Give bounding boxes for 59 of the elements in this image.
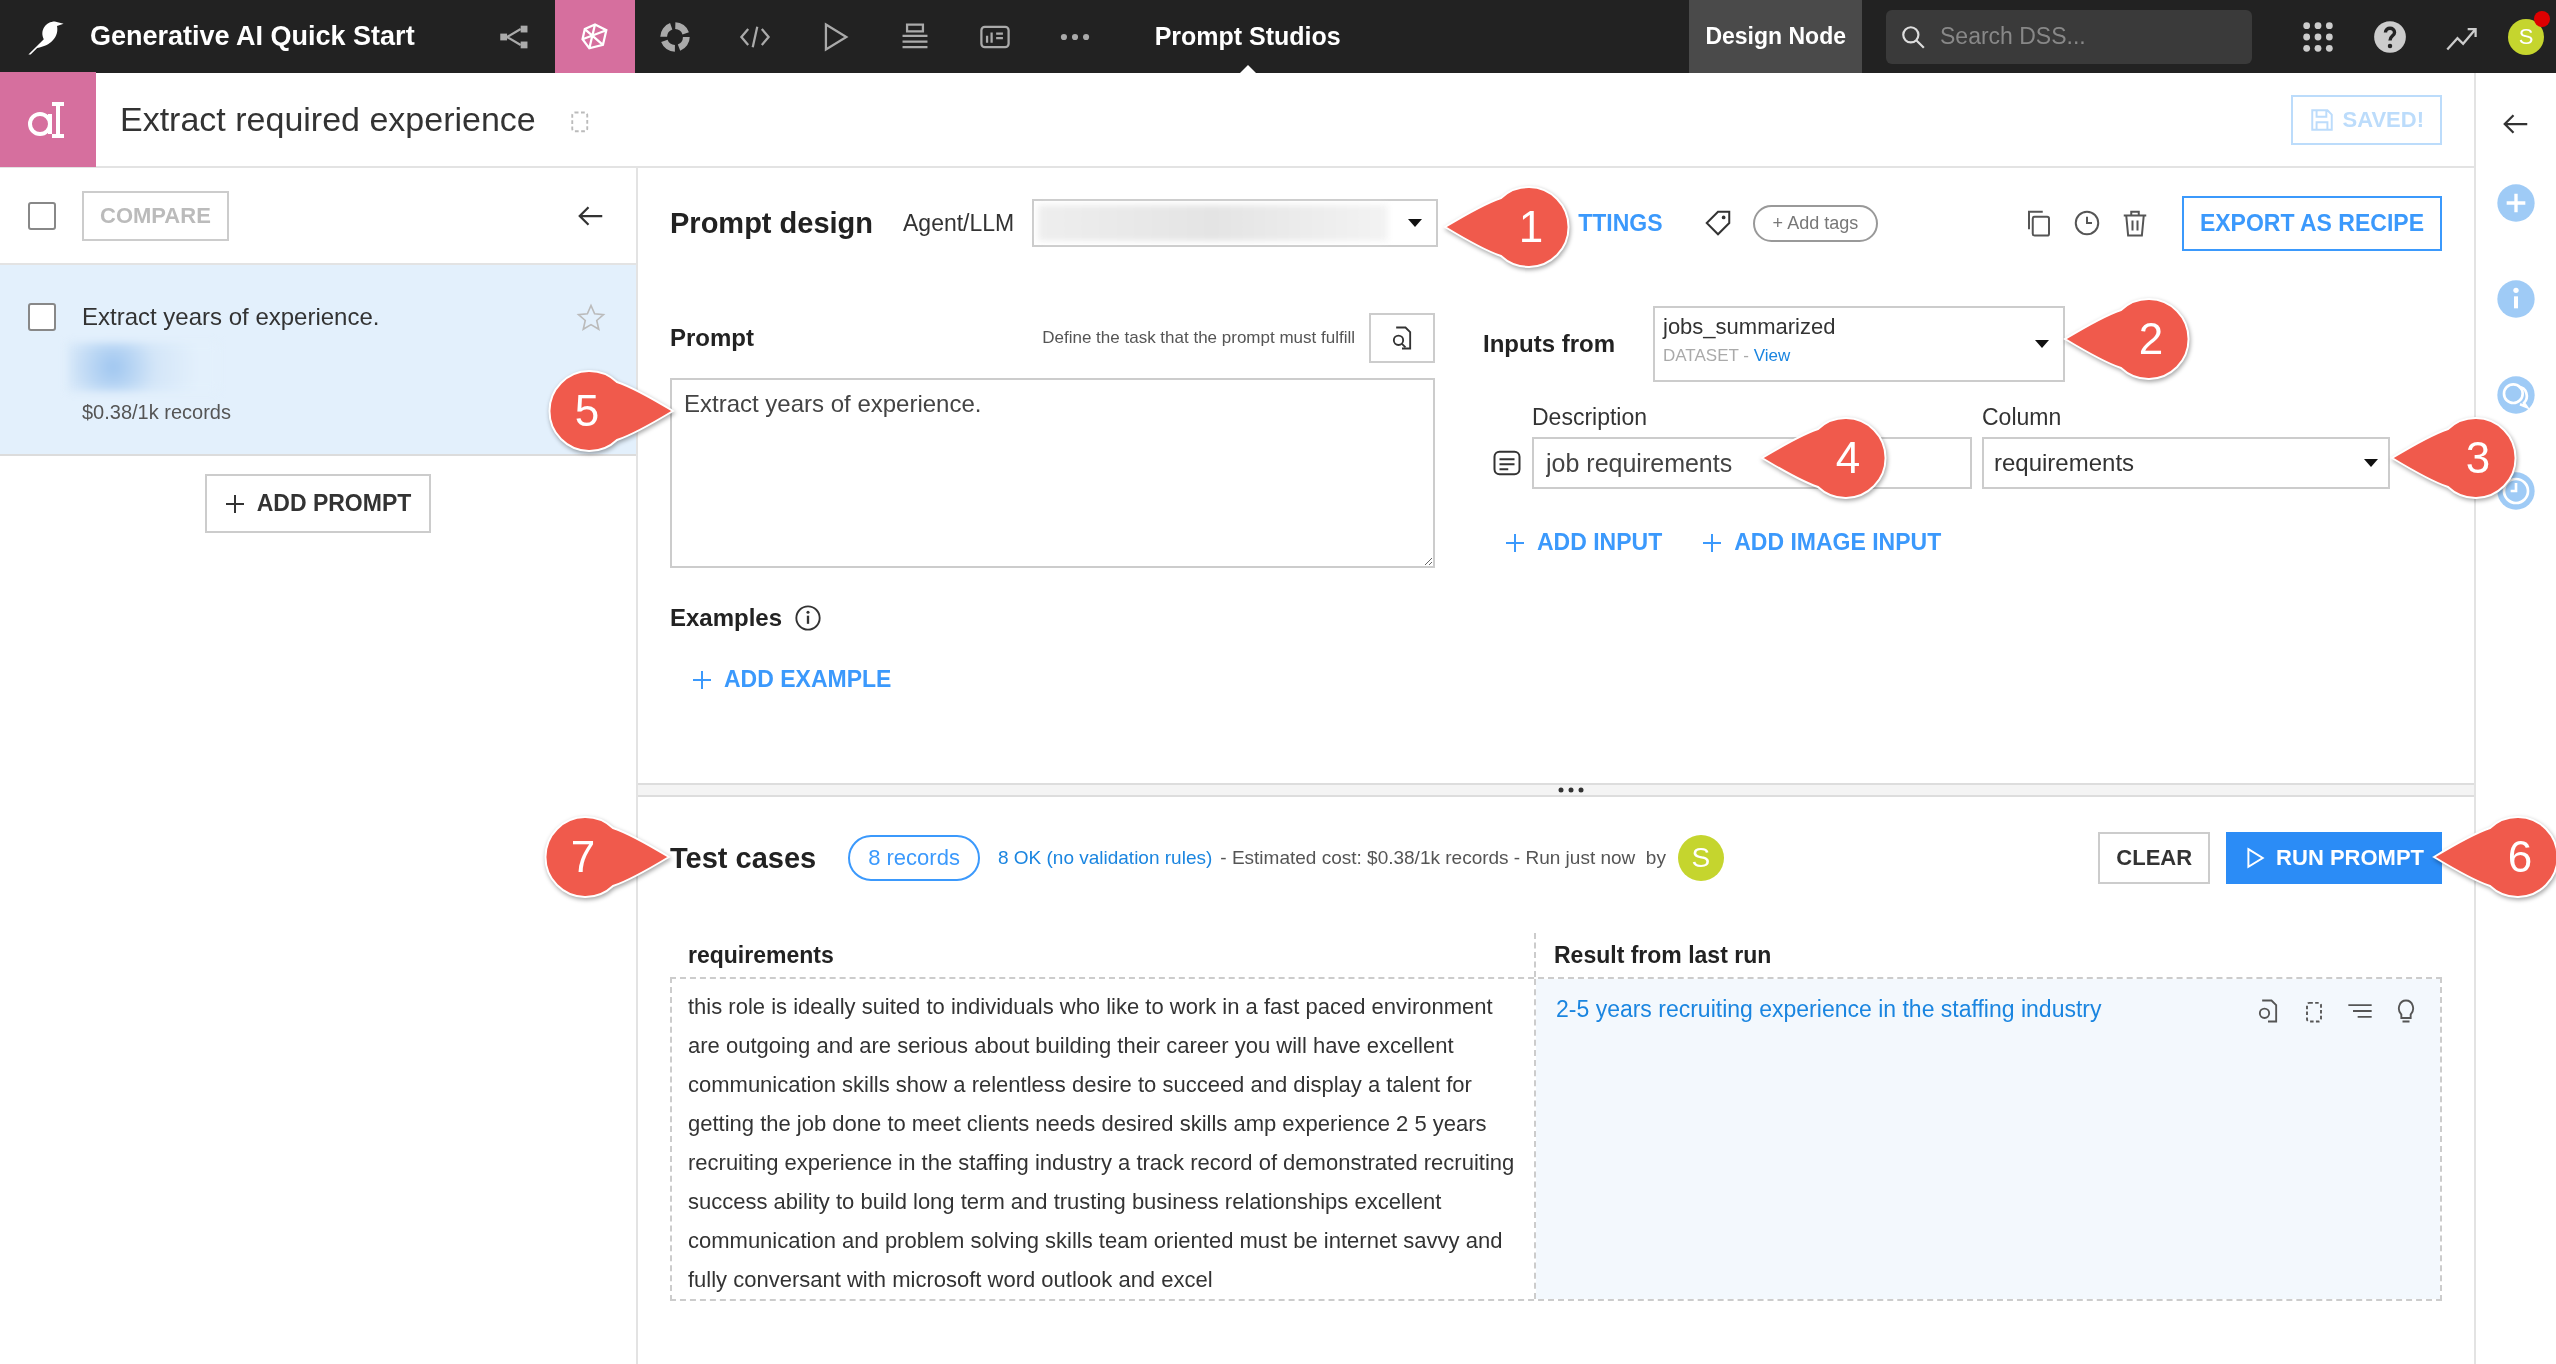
floppy-icon xyxy=(2308,106,2335,133)
text-lines-icon xyxy=(1492,448,1522,478)
node-label: Design Node xyxy=(1689,0,1862,73)
search-icon xyxy=(1900,23,1926,50)
run-summary: - Estimated cost: $0.38/1k records - Run just now by xyxy=(1220,847,1666,869)
plus-icon xyxy=(692,669,712,690)
column-header: Result from last run xyxy=(1553,941,1773,970)
help-icon[interactable] xyxy=(2373,19,2407,54)
section-title: Test cases xyxy=(670,841,817,875)
field-label: Agent/LLM xyxy=(903,209,1015,237)
caret-icon xyxy=(1408,219,1423,227)
add-image-input-button[interactable]: ADD IMAGE INPUT xyxy=(1702,529,1942,556)
inputs-label: Inputs from xyxy=(1483,330,1615,358)
prompt-textarea[interactable]: Extract years of experience. xyxy=(670,378,1435,568)
ring-icon xyxy=(657,19,692,54)
records-badge[interactable]: 8 records xyxy=(848,835,980,881)
section-tab[interactable]: Prompt Studios xyxy=(1154,0,1341,73)
project-title[interactable]: Generative AI Quick Start xyxy=(90,21,415,52)
add-tags-button[interactable]: + Add tags xyxy=(1752,204,1879,242)
play-icon xyxy=(2244,847,2267,869)
settings-link[interactable]: TTINGS xyxy=(1578,209,1663,237)
prompt-checkbox[interactable] xyxy=(28,303,56,331)
run-prompt-button[interactable]: RUN PROMPT xyxy=(2226,832,2442,884)
more-icon xyxy=(1058,31,1091,42)
examples-label: Examples xyxy=(670,604,783,632)
add-prompt-button[interactable]: ADD PROMPT xyxy=(204,474,432,533)
clear-button[interactable]: CLEAR xyxy=(2098,832,2211,884)
caret-icon xyxy=(2035,340,2049,348)
inspect-button[interactable] xyxy=(1369,313,1435,363)
page-title[interactable]: Extract required experience xyxy=(120,100,536,139)
plus-icon xyxy=(1505,532,1525,553)
plus-icon xyxy=(224,493,245,514)
caret-icon xyxy=(2364,459,2378,467)
prompt-name: Extract years of experience. xyxy=(82,303,381,331)
apps-grid-icon[interactable] xyxy=(2301,19,2335,54)
section-title: Prompt design xyxy=(670,206,873,240)
column-dropdown[interactable]: requirements xyxy=(1982,437,2390,489)
star-icon[interactable] xyxy=(576,303,606,333)
select-all-checkbox[interactable] xyxy=(28,201,56,230)
add-input-button[interactable]: ADD INPUT xyxy=(1505,529,1663,556)
info-icon[interactable] xyxy=(794,604,823,632)
resize-handle[interactable] xyxy=(638,783,2474,797)
result-text[interactable]: 2-5 years recruiting experience in the staffing industry xyxy=(1556,989,2102,1029)
view-link[interactable]: View xyxy=(1753,346,1791,365)
status-link[interactable]: 8 OK (no validation rules) xyxy=(997,847,1213,869)
user-avatar: S xyxy=(1677,835,1724,881)
column-header: requirements xyxy=(670,933,1536,977)
prompt-label: Prompt xyxy=(670,324,754,352)
prompt-cost: $0.38/1k records xyxy=(82,401,232,424)
plus-icon xyxy=(1702,532,1723,553)
export-recipe-button[interactable]: EXPORT AS RECIPE xyxy=(2181,195,2442,251)
column-label: Column xyxy=(1982,404,2063,431)
search-field[interactable]: Search DSS... xyxy=(1886,9,2252,64)
table-cell: this role is ideally suited to individuals who like to work in a fast paced environment are outgoing and are serious about building their career you will have excellent communication skills show a relentless desire to succeed and display a talent for getting the job done to meet clients needs desired skills amp experience 2 5 years recruiting experience in the staffing industry a track record of demonstrated recruiting success ability to build long term and trusting business relationships excellent communication and problem solving skills team oriented must be internet savvy and fully conversant with microsoft word outlook and excel xyxy=(688,994,1515,1292)
prompt-hint: Define the task that the prompt must fulfill xyxy=(1042,328,1355,348)
dataset-dropdown[interactable]: jobs_summarized DATASET - View xyxy=(1653,306,2065,382)
add-example-button[interactable]: ADD EXAMPLE xyxy=(692,666,892,693)
nav-tab[interactable] xyxy=(554,0,635,73)
description-label: Description xyxy=(1532,404,1649,431)
